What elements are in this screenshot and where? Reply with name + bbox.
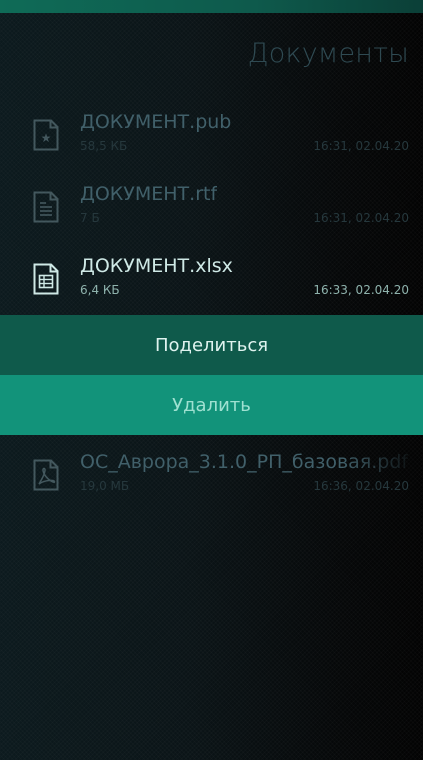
file-date: 16:31, 02.04.20: [313, 139, 409, 153]
delete-button[interactable]: Удалить: [0, 375, 423, 435]
publisher-file-icon: ★: [33, 119, 59, 151]
spreadsheet-file-icon: [33, 263, 59, 295]
file-item-rtf[interactable]: ДОКУМЕНТ.rtf 7 Б 16:31, 02.04.20: [0, 183, 423, 245]
file-size: 58,5 КБ: [80, 139, 128, 153]
file-name: ДОКУМЕНТ.rtf: [80, 183, 218, 205]
share-button[interactable]: Поделиться: [0, 315, 423, 375]
file-size: 6,4 КБ: [80, 283, 120, 297]
file-item-xlsx[interactable]: ДОКУМЕНТ.xlsx 6,4 КБ 16:33, 02.04.20: [0, 255, 423, 317]
file-size: 19,0 МБ: [80, 479, 130, 493]
file-item-pdf[interactable]: ОС_Аврора_3.1.0_РП_базовая.pdf 19,0 МБ 1…: [0, 451, 423, 513]
file-size: 7 Б: [80, 211, 100, 225]
file-name: ДОКУМЕНТ.pub: [80, 111, 232, 133]
pdf-file-icon: [33, 459, 59, 491]
screen: Документы ★ ДОКУМЕНТ.pub 58,5 КБ 16:31, …: [0, 0, 423, 760]
file-name: ОС_Аврора_3.1.0_РП_базовая.pdf: [80, 451, 409, 473]
file-date: 16:31, 02.04.20: [313, 211, 409, 225]
file-date: 16:36, 02.04.20: [313, 479, 409, 493]
page-title: Документы: [247, 38, 409, 69]
file-item-pub[interactable]: ★ ДОКУМЕНТ.pub 58,5 КБ 16:31, 02.04.20: [0, 111, 423, 173]
file-date: 16:33, 02.04.20: [313, 283, 409, 297]
text-file-icon: [33, 191, 59, 223]
context-menu: Поделиться Удалить: [0, 315, 423, 435]
svg-text:★: ★: [41, 131, 52, 145]
file-name: ДОКУМЕНТ.xlsx: [80, 255, 233, 277]
status-bar: [0, 0, 423, 13]
